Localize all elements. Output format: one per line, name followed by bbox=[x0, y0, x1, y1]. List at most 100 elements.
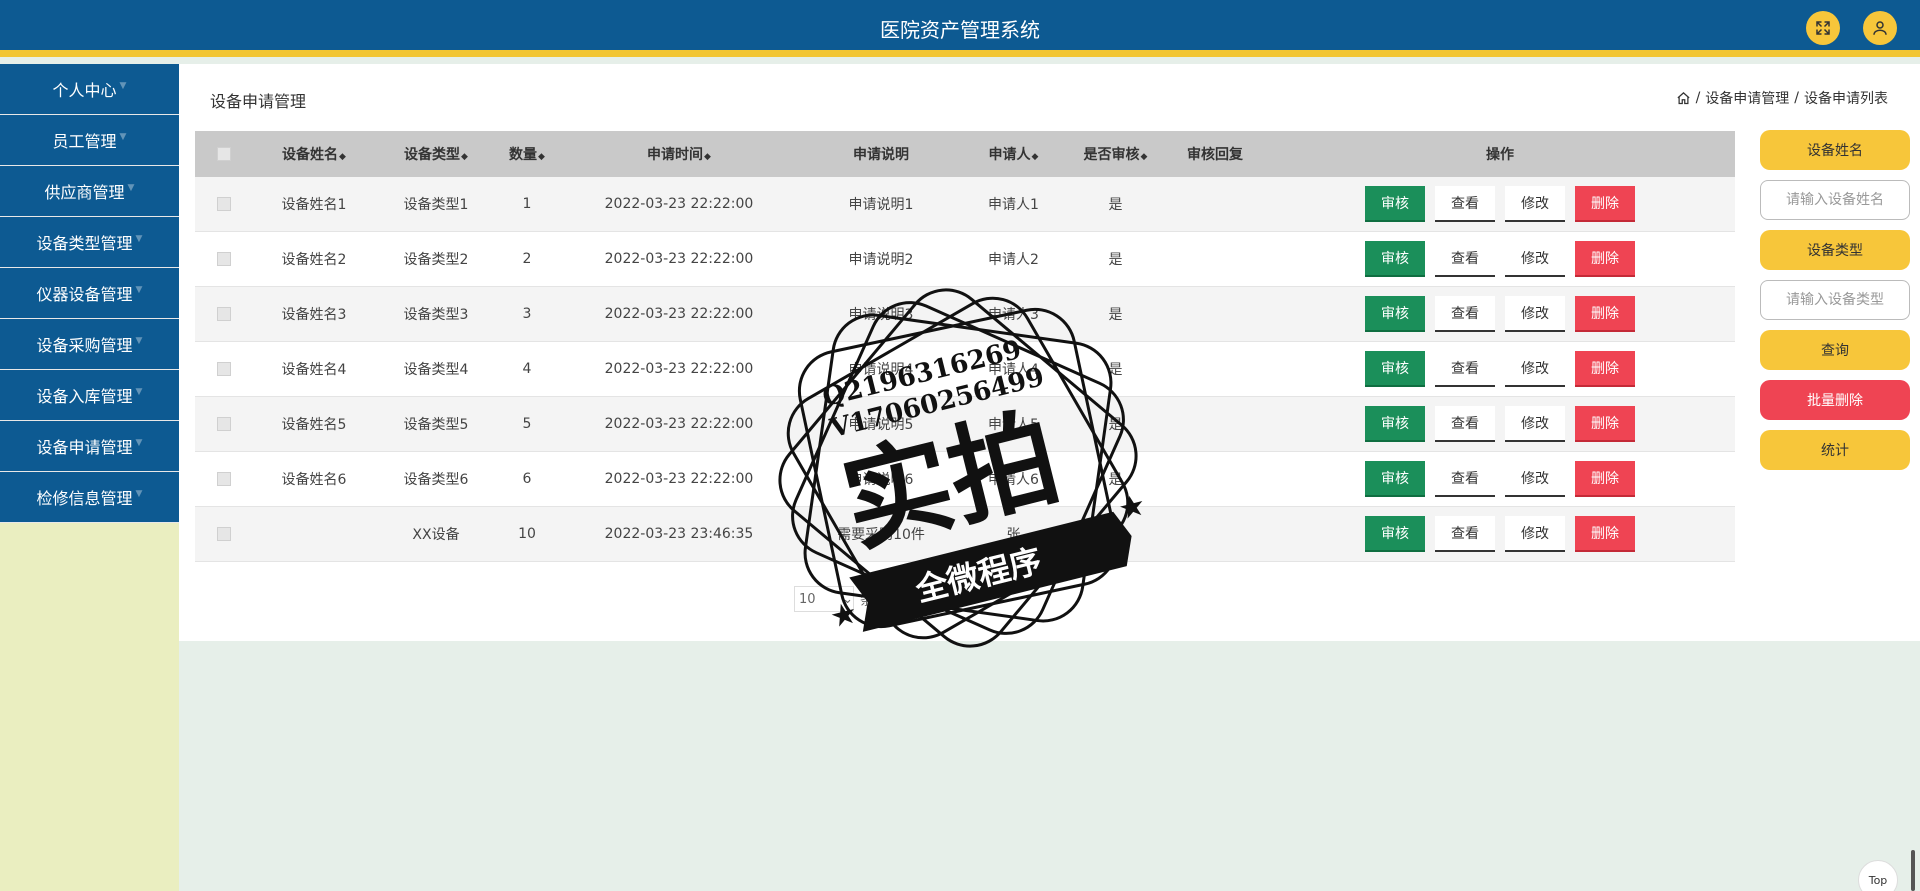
col-label: 操作 bbox=[1486, 147, 1514, 163]
sort-icon[interactable]: ◆ bbox=[339, 152, 346, 162]
page-size-select[interactable]: 10 ⌄ bbox=[794, 586, 854, 612]
edit-button[interactable]: 修改 bbox=[1505, 296, 1565, 332]
edit-button[interactable]: 修改 bbox=[1505, 406, 1565, 442]
cell-type: 设备类型5 bbox=[403, 417, 469, 433]
cell-audit: 是 bbox=[1108, 307, 1123, 323]
sort-icon[interactable]: ◆ bbox=[538, 152, 545, 162]
search-panel: 设备姓名 设备类型 查询 批量删除 统计 bbox=[1760, 130, 1910, 480]
select-all-checkbox[interactable] bbox=[217, 147, 231, 161]
cell-desc: 申请说明4 bbox=[848, 362, 914, 378]
cell-time: 2022-03-23 22:22:00 bbox=[604, 471, 754, 487]
row-checkbox[interactable] bbox=[217, 362, 231, 376]
batch-delete-button[interactable]: 批量删除 bbox=[1760, 380, 1910, 420]
edit-button[interactable]: 修改 bbox=[1505, 241, 1565, 277]
user-icon[interactable] bbox=[1863, 11, 1897, 45]
sidebar-item-device-types[interactable]: 设备类型管理 ▼ bbox=[0, 217, 179, 268]
cell-num: 3 bbox=[522, 306, 532, 322]
home-icon[interactable] bbox=[1676, 91, 1691, 106]
col-header-audit[interactable]: 是否审核◆ bbox=[1066, 144, 1165, 164]
row-checkbox[interactable] bbox=[217, 527, 231, 541]
col-header-user[interactable]: 申请人◆ bbox=[961, 144, 1066, 164]
col-header-num[interactable]: 数量◆ bbox=[497, 144, 557, 164]
sort-icon[interactable]: ◆ bbox=[1141, 152, 1148, 162]
device-type-input[interactable] bbox=[1760, 280, 1910, 320]
col-header-name[interactable]: 设备姓名◆ bbox=[253, 144, 375, 164]
audit-button[interactable]: 审核 bbox=[1365, 351, 1425, 387]
sidebar-item-employees[interactable]: 员工管理 ▼ bbox=[0, 115, 179, 166]
cell-num: 6 bbox=[522, 471, 532, 487]
table-row: XX设备 10 2022-03-23 23:46:35 需要采购10件 张 审核 查看 修改删… bbox=[195, 507, 1735, 562]
row-checkbox[interactable] bbox=[217, 307, 231, 321]
sort-icon[interactable]: ◆ bbox=[704, 152, 711, 162]
view-button[interactable]: 查看 bbox=[1435, 516, 1495, 552]
row-select-cell bbox=[195, 472, 253, 486]
delete-button[interactable]: 删除 bbox=[1575, 241, 1635, 277]
chevron-down-icon: ▼ bbox=[135, 285, 143, 295]
col-header-reply: 审核回复 bbox=[1165, 144, 1265, 164]
cell-num: 5 bbox=[522, 416, 532, 432]
view-button[interactable]: 查看 bbox=[1435, 351, 1495, 387]
view-button[interactable]: 查看 bbox=[1435, 296, 1495, 332]
cell-time: 2022-03-23 23:46:35 bbox=[604, 526, 754, 542]
query-button[interactable]: 查询 bbox=[1760, 330, 1910, 370]
cell-name: 设备姓名2 bbox=[281, 252, 347, 268]
table-row: 设备姓名1 设备类型1 1 2022-03-23 22:22:00 申请说明1 申请人1 是… bbox=[195, 177, 1735, 232]
view-button[interactable]: 查看 bbox=[1435, 461, 1495, 497]
sort-icon[interactable]: ◆ bbox=[461, 152, 468, 162]
scrollbar[interactable] bbox=[1911, 850, 1915, 891]
chevron-down-icon: ▼ bbox=[135, 438, 143, 448]
breadcrumb-sep: / bbox=[1794, 90, 1799, 106]
audit-button[interactable]: 审核 bbox=[1365, 186, 1425, 222]
chevron-down-icon: ▼ bbox=[119, 81, 127, 91]
cell-user: 张 bbox=[1006, 527, 1021, 543]
delete-button[interactable]: 删除 bbox=[1575, 296, 1635, 332]
cell-ops: 审核 查看 修改 删除 bbox=[1265, 186, 1735, 222]
sidebar-item-warehousing[interactable]: 设备入库管理 ▼ bbox=[0, 370, 179, 421]
device-name-input[interactable] bbox=[1760, 180, 1910, 220]
view-button[interactable]: 查看 bbox=[1435, 406, 1495, 442]
edit-button[interactable]: 修改 bbox=[1505, 186, 1565, 222]
cell-user: 申请人3 bbox=[988, 307, 1039, 323]
current-page-badge[interactable] bbox=[896, 587, 927, 611]
view-button[interactable]: 查看 bbox=[1435, 241, 1495, 277]
sidebar-item-procurement[interactable]: 设备采购管理 ▼ bbox=[0, 319, 179, 370]
edit-button[interactable]: 修改 bbox=[1505, 351, 1565, 387]
stats-button[interactable]: 统计 bbox=[1760, 430, 1910, 470]
sidebar-item-profile[interactable]: 个人中心 ▼ bbox=[0, 64, 179, 115]
delete-button[interactable]: 删除 bbox=[1575, 351, 1635, 387]
edit-button[interactable]: 修改 bbox=[1505, 461, 1565, 497]
cell-audit: 是 bbox=[1108, 252, 1123, 268]
audit-button[interactable]: 审核 bbox=[1365, 241, 1425, 277]
audit-button[interactable]: 审核 bbox=[1365, 406, 1425, 442]
cell-desc: 申请说明2 bbox=[848, 252, 914, 268]
sidebar-item-label: 供应商管理 bbox=[44, 183, 125, 202]
col-header-type[interactable]: 设备类型◆ bbox=[375, 144, 497, 164]
view-button[interactable]: 查看 bbox=[1435, 186, 1495, 222]
back-to-top-button[interactable]: Top bbox=[1858, 860, 1898, 891]
cell-name: 设备姓名4 bbox=[281, 362, 347, 378]
breadcrumb-item[interactable]: 设备申请管理 bbox=[1705, 88, 1789, 108]
sidebar-item-suppliers[interactable]: 供应商管理 ▼ bbox=[0, 166, 179, 217]
delete-button[interactable]: 删除 bbox=[1575, 186, 1635, 222]
row-checkbox[interactable] bbox=[217, 197, 231, 211]
sidebar-item-maintenance[interactable]: 检修信息管理 ▼ bbox=[0, 472, 179, 523]
col-header-time[interactable]: 申请时间◆ bbox=[557, 144, 801, 164]
delete-button[interactable]: 删除 bbox=[1575, 406, 1635, 442]
col-header-desc: 申请说明 bbox=[801, 144, 961, 164]
delete-button[interactable]: 删除 bbox=[1575, 516, 1635, 552]
delete-button[interactable]: 删除 bbox=[1575, 461, 1635, 497]
audit-button[interactable]: 审核 bbox=[1365, 296, 1425, 332]
cell-desc: 需要采购10件 bbox=[837, 527, 925, 543]
sidebar-item-label: 设备入库管理 bbox=[36, 387, 133, 406]
row-checkbox[interactable] bbox=[217, 472, 231, 486]
edit-button[interactable]: 修改 bbox=[1505, 516, 1565, 552]
row-checkbox[interactable] bbox=[217, 252, 231, 266]
sidebar-item-applications[interactable]: 设备申请管理 ▼ bbox=[0, 421, 179, 472]
expand-icon[interactable] bbox=[1806, 11, 1840, 45]
sidebar-item-instruments[interactable]: 仪器设备管理 ▼ bbox=[0, 268, 179, 319]
row-checkbox[interactable] bbox=[217, 417, 231, 431]
audit-button[interactable]: 审核 bbox=[1365, 461, 1425, 497]
sort-icon[interactable]: ◆ bbox=[1032, 152, 1039, 162]
audit-button[interactable]: 审核 bbox=[1365, 516, 1425, 552]
sidebar-item-label: 仪器设备管理 bbox=[36, 285, 133, 304]
